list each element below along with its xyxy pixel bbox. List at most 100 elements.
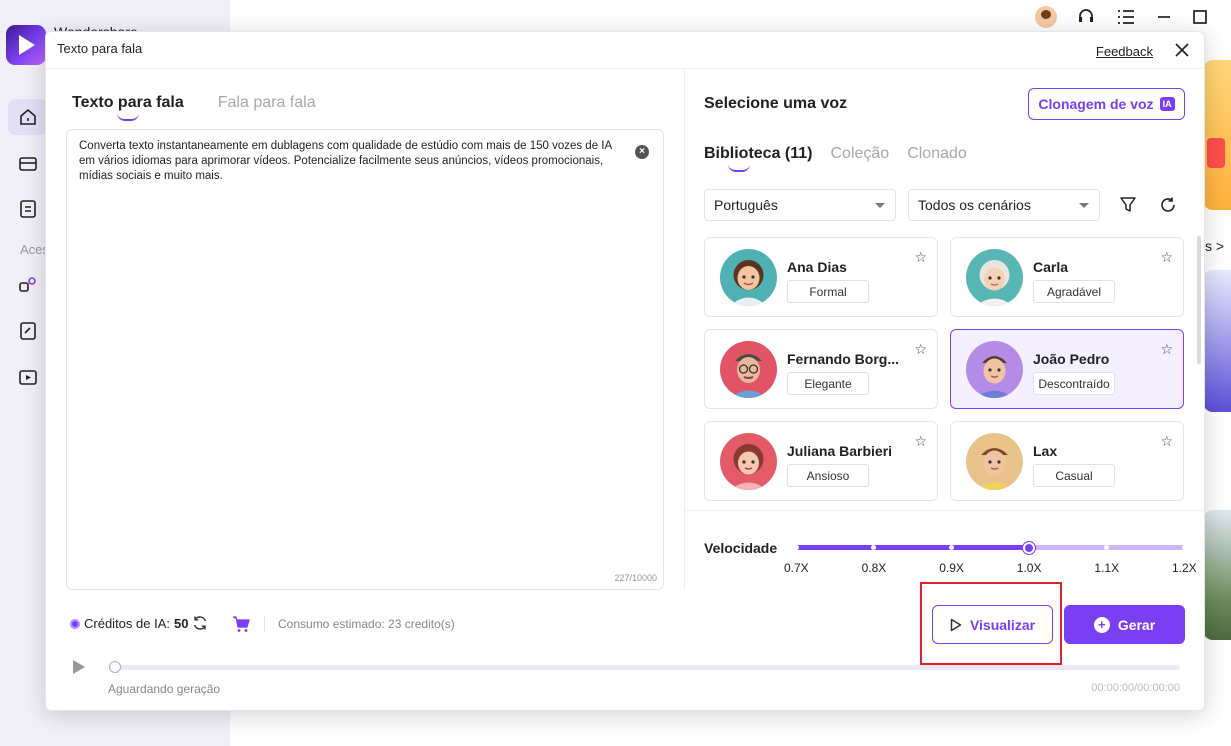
voice-name: Lax xyxy=(1033,443,1058,459)
slider-thumb[interactable] xyxy=(1022,542,1035,554)
voice-tag: Ansioso xyxy=(787,464,869,487)
voice-tag: Formal xyxy=(787,280,869,303)
star-icon[interactable]: ☆ xyxy=(1160,433,1173,450)
avatar xyxy=(966,341,1023,398)
speed-tick: 0.9X xyxy=(939,561,964,575)
text-to-speech-dialog: Texto para fala Feedback Texto para fala… xyxy=(45,31,1205,711)
slider-step-dot[interactable] xyxy=(793,545,799,550)
tab-text-to-speech[interactable]: Texto para fala xyxy=(72,94,184,121)
close-icon[interactable] xyxy=(1172,40,1192,60)
speed-tick: 0.7X xyxy=(784,561,809,575)
speed-tick: 0.8X xyxy=(861,561,887,575)
headset-icon[interactable] xyxy=(1075,6,1097,28)
play-icon[interactable] xyxy=(71,659,87,675)
credit-coin-icon xyxy=(70,618,80,629)
background-link[interactable]: s > xyxy=(1205,238,1224,254)
tab-speech-to-speech[interactable]: Fala para fala xyxy=(218,94,316,112)
promo-banner-1[interactable] xyxy=(1203,60,1231,210)
speed-divider xyxy=(685,510,1204,511)
minimize-icon[interactable] xyxy=(1153,6,1175,28)
voice-tag: Casual xyxy=(1033,464,1115,487)
star-icon[interactable]: ☆ xyxy=(914,433,927,450)
edit-doc-icon[interactable] xyxy=(8,313,48,349)
avatar xyxy=(720,341,777,398)
cart-icon[interactable] xyxy=(232,615,250,633)
filter-icon[interactable] xyxy=(1118,195,1138,215)
video-icon[interactable] xyxy=(8,359,48,395)
voice-card-joao-pedro[interactable]: João Pedro Descontraído ☆ xyxy=(950,329,1184,409)
maximize-icon[interactable] xyxy=(1189,6,1211,28)
voice-card-ana-dias[interactable]: Ana Dias Formal ☆ xyxy=(704,237,938,317)
panel-divider xyxy=(684,69,685,590)
voice-tag: Elegante xyxy=(787,372,869,395)
text-input-content[interactable]: Converta texto instantaneamente em dubla… xyxy=(79,139,629,184)
speed-tick: 1.2X xyxy=(1172,561,1197,575)
voice-list-scrollbar[interactable] xyxy=(1197,236,1201,364)
avatar xyxy=(720,249,777,306)
menu-list-icon[interactable] xyxy=(1115,6,1137,28)
generate-label: Gerar xyxy=(1117,616,1156,633)
slider-step-dot[interactable] xyxy=(948,545,954,550)
chevron-down-icon xyxy=(875,203,885,208)
scenario-select[interactable]: Todos os cenários xyxy=(908,189,1100,221)
text-input-area[interactable]: Converta texto instantaneamente em dubla… xyxy=(66,129,664,590)
voice-name: Carla xyxy=(1033,259,1069,275)
preview-button[interactable]: Visualizar xyxy=(932,605,1053,644)
estimated-consumption: Consumo estimado: 23 credito(s) xyxy=(278,617,455,631)
ai-credits: Créditos de IA: 50 xyxy=(70,616,188,631)
speed-slider[interactable] xyxy=(793,542,1187,554)
chevron-down-icon xyxy=(1079,203,1089,208)
tab-collection[interactable]: Coleção xyxy=(830,145,889,163)
clear-text-icon[interactable]: × xyxy=(635,145,649,159)
left-tabs: Texto para fala Fala para fala xyxy=(72,94,316,121)
speed-label: Velocidade xyxy=(704,540,778,556)
scenario-value: Todos os cenários xyxy=(918,197,1031,213)
char-count: 227/10000 xyxy=(614,573,657,583)
sync-icon[interactable] xyxy=(192,615,208,631)
tab-cloned[interactable]: Clonado xyxy=(907,145,967,163)
user-avatar-icon[interactable] xyxy=(1035,6,1057,28)
slider-step-dot[interactable] xyxy=(1103,545,1109,550)
star-icon[interactable]: ☆ xyxy=(1160,249,1173,266)
promo-banner-3[interactable] xyxy=(1203,510,1231,640)
home-icon[interactable] xyxy=(8,99,48,135)
voice-card-carla[interactable]: Carla Agradável ☆ xyxy=(950,237,1184,317)
voice-card-fernando[interactable]: Fernando Borg... Elegante ☆ xyxy=(704,329,938,409)
credits-label: Créditos de IA: xyxy=(84,616,170,631)
header-divider xyxy=(46,68,1204,69)
feedback-link[interactable]: Feedback xyxy=(1096,44,1153,59)
voice-list: Ana Dias Formal ☆ Carla Agradável ☆ Fern… xyxy=(704,235,1189,507)
star-icon[interactable]: ☆ xyxy=(1160,341,1173,358)
convert-icon[interactable] xyxy=(8,267,48,303)
plus-circle-icon: + xyxy=(1093,616,1110,633)
language-value: Português xyxy=(714,197,778,213)
slider-step-dot[interactable] xyxy=(1181,545,1187,550)
promo-banner-2[interactable] xyxy=(1203,270,1231,412)
voice-clone-label: Clonagem de voz xyxy=(1038,96,1154,112)
playback-progress[interactable] xyxy=(109,661,1180,673)
voice-card-lax[interactable]: Lax Casual ☆ xyxy=(950,421,1184,501)
document-icon[interactable] xyxy=(8,191,48,227)
speed-tick: 1.1X xyxy=(1094,561,1120,575)
avatar xyxy=(966,249,1023,306)
voice-card-juliana[interactable]: Juliana Barbieri Ansioso ☆ xyxy=(704,421,938,501)
ia-badge: IA xyxy=(1159,97,1175,111)
generate-button[interactable]: + Gerar xyxy=(1064,605,1185,644)
star-icon[interactable]: ☆ xyxy=(914,341,927,358)
toolbox-icon[interactable] xyxy=(8,145,48,181)
progress-knob[interactable] xyxy=(109,661,121,673)
star-icon[interactable]: ☆ xyxy=(914,249,927,266)
speed-tick: 1.0X xyxy=(1016,561,1042,575)
preview-label: Visualizar xyxy=(969,616,1036,633)
play-outline-icon xyxy=(950,618,962,631)
refresh-icon[interactable] xyxy=(1158,195,1178,215)
slider-fill xyxy=(796,545,1029,550)
bottom-divider xyxy=(264,615,265,633)
voice-clone-button[interactable]: Clonagem de voz IA xyxy=(1028,88,1185,120)
app-logo xyxy=(6,25,46,65)
language-select[interactable]: Português xyxy=(704,189,896,221)
voice-name: Fernando Borg... xyxy=(787,351,899,367)
tab-library[interactable]: Biblioteca (11) xyxy=(704,145,812,172)
voice-tabs: Biblioteca (11) Coleção Clonado xyxy=(704,145,967,172)
dialog-title: Texto para fala xyxy=(57,41,143,56)
